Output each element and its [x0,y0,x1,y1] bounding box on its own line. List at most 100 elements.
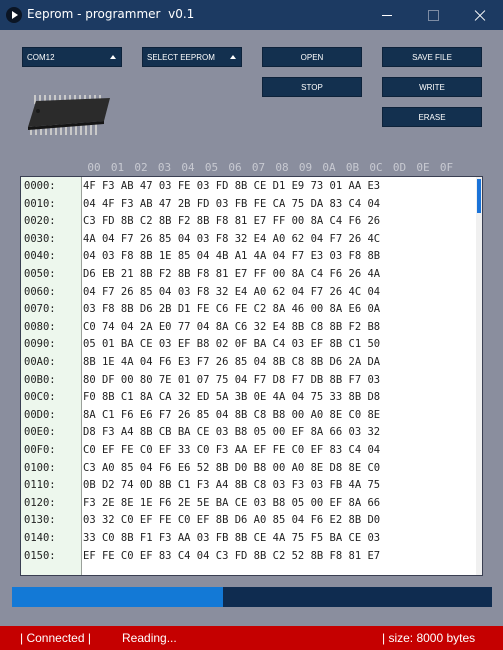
row-bytes: EF FE C0 EF 83 C4 04 C3 FD 8B C2 52 8B F… [83,549,381,562]
row-bytes: C0 EF FE C0 EF 33 C0 F3 AA EF FE C0 EF 8… [83,444,381,456]
row-address: 00A0: [24,356,56,368]
column-header: 09 [298,161,313,174]
hex-row: 0010: 04 4F F3 AB 47 2B FD 03 FB FE CA 75… [21,196,482,213]
hex-row: 0050: D6 EB 21 8B F2 8B F8 81 E7 FF 00 8A… [21,266,482,283]
row-address: 0070: [24,303,56,316]
hex-viewer[interactable]: 0000: 4F F3 AB 47 03 FE 03 FD 8B CE D1 E9… [20,176,483,576]
progress-fill [12,587,224,607]
row-bytes: 04 4F F3 AB 47 2B FD 03 FB FE CA 75 DA 8… [83,197,381,210]
open-button[interactable]: OPEN [262,47,362,67]
eeprom-select[interactable]: SELECT EEPROM [142,47,242,67]
row-address: 00E0: [24,426,56,439]
row-bytes: 8A C1 F6 E6 F7 26 85 04 8B C8 B8 00 A0 8… [83,408,381,421]
status-bar: | Connected | Reading... | size: 8000 by… [0,626,503,650]
hex-row: 0020: C3 FD 8B C2 8B F2 8B F8 81 E7 FF 00… [21,213,482,230]
column-header: 05 [204,161,219,174]
row-bytes: 03 F8 8B D6 2B D1 FE C6 FE C2 8A 46 00 8… [83,303,381,316]
row-address: 0030: [24,232,56,245]
status-activity: Reading... [122,631,177,645]
row-bytes: D6 EB 21 8B F2 8B F8 81 E7 FF 00 8A C4 F… [83,268,381,280]
row-address: 0000: [24,180,56,192]
hex-row: 00C0: F0 8B C1 8A CA 32 ED 5A 3B 0E 4A 04… [21,389,482,406]
row-address: 00D0: [24,408,56,421]
hex-row: 0040: 04 03 F8 8B 1E 85 04 4B A1 4A 04 F7… [21,248,482,265]
row-address: 0080: [24,320,56,333]
hex-row: 0070: 03 F8 8B D6 2B D1 FE C6 FE C2 8A 46… [21,301,482,318]
write-button[interactable]: WRITE [382,77,482,97]
column-header: 0A [322,161,336,174]
column-header: 0F [439,161,454,174]
port-select-value: COM12 [27,53,55,62]
row-bytes: D8 F3 A4 8B CB BA CE 03 B8 05 00 EF 8A 6… [83,426,381,439]
save-file-button[interactable]: SAVE FILE [382,47,482,67]
row-bytes: C3 A0 85 04 F6 E6 52 8B D0 B8 00 A0 8E D… [83,461,381,474]
row-address: 0110: [24,479,56,492]
row-address: 0040: [24,250,56,263]
row-address: 0060: [24,285,56,298]
hex-row: 00E0: D8 F3 A4 8B CB BA CE 03 B8 05 00 EF… [21,424,482,441]
window-title: Eeprom - programmer v0.1 [27,7,195,21]
row-bytes: 0B D2 74 0D 8B C1 F3 A4 8B C8 03 F3 03 F… [83,479,381,492]
column-header: 03 [157,161,172,174]
row-bytes: C3 FD 8B C2 8B F2 8B F8 81 E7 FF 00 8A C… [83,215,381,228]
scrollbar-thumb[interactable] [477,179,481,213]
port-select[interactable]: COM12 [22,47,122,67]
row-bytes: 4F F3 AB 47 03 FE 03 FD 8B CE D1 E9 73 0… [83,180,381,192]
status-connection: | Connected | [20,631,91,645]
progress-bar [12,587,492,607]
vertical-scrollbar[interactable] [476,177,482,575]
column-header: 02 [134,161,148,174]
row-address: 0010: [24,197,56,210]
chevron-up-icon [230,55,236,59]
hex-row: 00F0: C0 EF FE C0 EF 33 C0 F3 AA EF FE C0… [21,442,482,459]
hex-row: 0080: C0 74 04 2A E0 77 04 8A C6 32 E4 8B… [21,319,482,336]
row-bytes: C0 74 04 2A E0 77 04 8A C6 32 E4 8B C8 8… [83,320,381,333]
close-icon[interactable] [457,0,503,30]
column-header: 06 [228,161,242,174]
row-bytes: 8B 1E 4A 04 F6 E3 F7 26 85 04 8B C8 8B D… [83,356,381,368]
chevron-up-icon [110,55,116,59]
hex-row: 0130: 03 32 C0 EF FE C0 EF 8B D6 A0 85 04… [21,512,482,529]
column-header: 08 [275,161,289,174]
maximize-icon[interactable] [410,0,456,30]
hex-row: 0090: 05 01 BA CE 03 EF B8 02 0F BA C4 03… [21,336,482,353]
row-address: 0120: [24,496,56,509]
hex-row: 0140: 33 C0 8B F1 F3 AA 03 FB 8B CE 4A 75… [21,530,482,547]
row-address: 0100: [24,461,56,474]
hex-row: 0000: 4F F3 AB 47 03 FE 03 FD 8B CE D1 E9… [21,178,482,195]
erase-button[interactable]: ERASE [382,107,482,127]
eeprom-select-value: SELECT EEPROM [147,53,215,62]
row-bytes: 03 32 C0 EF FE C0 EF 8B D6 A0 85 04 F6 E… [83,514,381,527]
column-header: 00 [87,161,101,174]
app-icon [6,7,22,23]
row-bytes: F3 2E 8E 1E F6 2E 5E BA CE 03 B8 05 00 E… [83,496,381,509]
row-address: 0090: [24,338,56,351]
row-address: 0150: [24,549,56,562]
hex-row: 0120: F3 2E 8E 1E F6 2E 5E BA CE 03 B8 05… [21,495,482,512]
column-header: 01 [110,161,125,174]
column-header: 0C [369,161,383,174]
row-bytes: 05 01 BA CE 03 EF B8 02 0F BA C4 03 EF 8… [83,338,381,351]
hex-row: 0150: EF FE C0 EF 83 C4 04 C3 FD 8B C2 52… [21,548,482,565]
minimize-icon[interactable] [364,0,410,30]
hex-row: 0060: 04 F7 26 85 04 03 F8 32 E4 A0 62 04… [21,284,482,301]
status-size: | size: 8000 bytes [382,631,476,645]
column-header: 0E [416,161,430,174]
row-bytes: 33 C0 8B F1 F3 AA 03 FB 8B CE 4A 75 F5 B… [83,532,381,544]
hex-row: 0110: 0B D2 74 0D 8B C1 F3 A4 8B C8 03 F3… [21,477,482,494]
row-address: 00B0: [24,373,56,386]
stop-button[interactable]: STOP [262,77,362,97]
hex-row: 00A0: 8B 1E 4A 04 F6 E3 F7 26 85 04 8B C8… [21,354,482,371]
hex-row: 00B0: 80 DF 00 80 7E 01 07 75 04 F7 D8 F7… [21,372,482,389]
row-address: 00C0: [24,391,56,404]
column-header: 07 [251,161,266,174]
row-bytes: 4A 04 F7 26 85 04 03 F8 32 E4 A0 62 04 F… [83,232,381,245]
row-address: 0020: [24,215,56,228]
row-address: 0050: [24,268,56,280]
column-header: 0B [345,161,360,174]
hex-row: 0030: 4A 04 F7 26 85 04 03 F8 32 E4 A0 62… [21,231,482,248]
title-bar: Eeprom - programmer v0.1 [0,0,503,30]
row-address: 0130: [24,514,56,527]
eeprom-chip-icon [28,95,110,135]
row-address: 0140: [24,532,56,544]
